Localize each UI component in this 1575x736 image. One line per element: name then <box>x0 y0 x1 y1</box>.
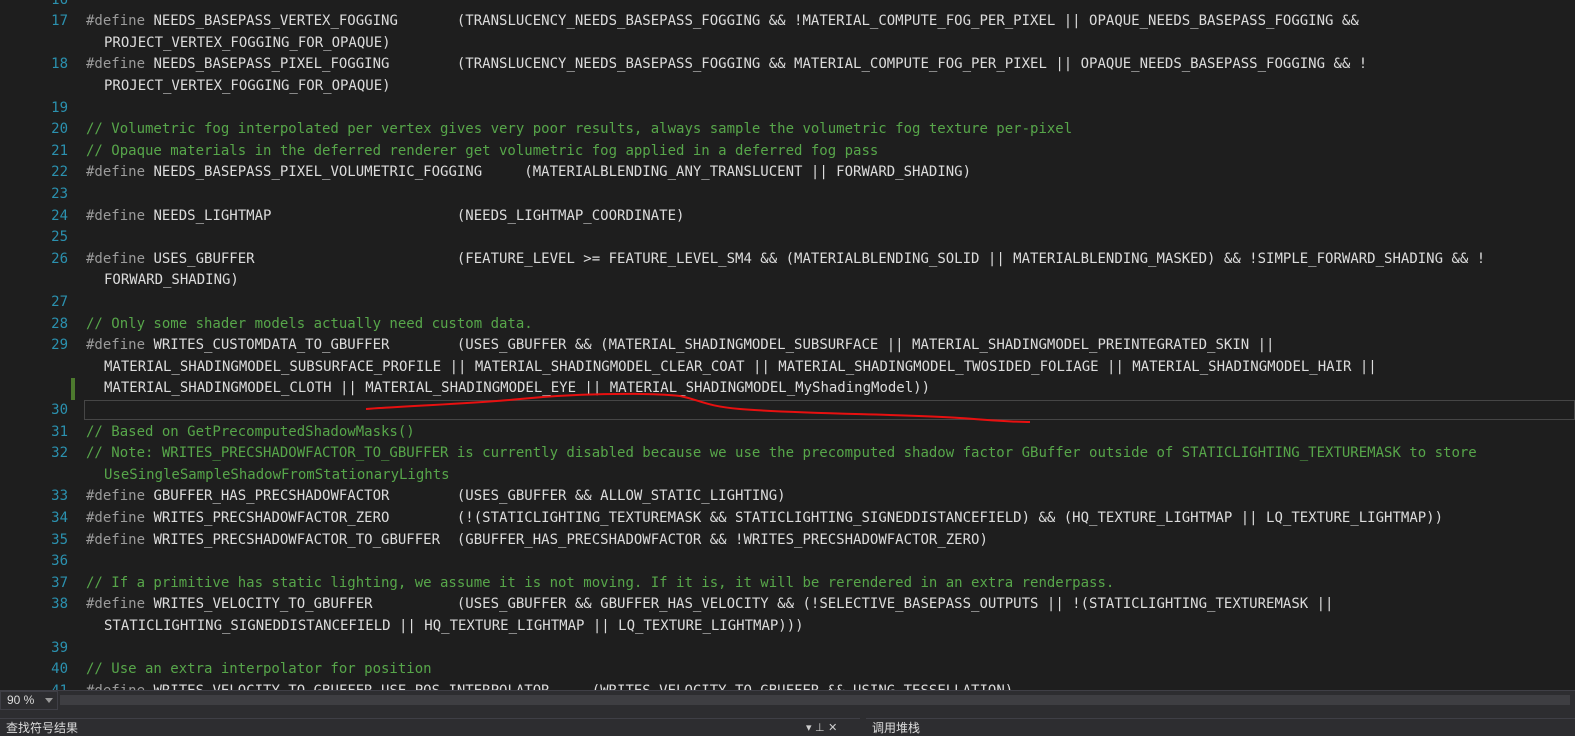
line-number: 29 <box>51 337 68 354</box>
chevron-down-icon <box>45 698 53 703</box>
panel-tool-icons[interactable]: ▾ ⊥ ✕ <box>806 720 837 736</box>
code-line-wrapped[interactable]: PROJECT_VERTEX_FOGGING_FOR_OPAQUE) <box>104 76 391 98</box>
code-text: NEEDS_BASEPASS_VERTEX_FOGGING (TRANSLUCE… <box>145 13 1359 30</box>
code-text: WRITES_VELOCITY_TO_GBUFFER (USES_GBUFFER… <box>145 596 1334 613</box>
preprocessor-keyword: #define <box>86 164 146 181</box>
code-line[interactable]: #define WRITES_CUSTOMDATA_TO_GBUFFER (US… <box>86 335 1274 357</box>
line-number: 25 <box>51 229 68 246</box>
preprocessor-keyword: #define <box>86 683 145 690</box>
preprocessor-keyword: #define <box>86 13 146 30</box>
panel-title-call-stack: 调用堆栈 <box>872 721 921 735</box>
line-number: 28 <box>51 315 68 332</box>
code-line[interactable]: #define NEEDS_LIGHTMAP (NEEDS_LIGHTMAP_C… <box>86 206 684 228</box>
preprocessor-keyword: #define <box>86 207 146 224</box>
code-line[interactable]: #define NEEDS_BASEPASS_VERTEX_FOGGING (T… <box>86 11 1359 33</box>
code-text: WRITES_VELOCITY_TO_GBUFFER_USE_POS_INTER… <box>145 683 1013 690</box>
code-line[interactable]: #define WRITES_PRECSHADOWFACTOR_ZERO (!(… <box>86 508 1443 530</box>
code-comment: // Note: WRITES_PRECSHADOWFACTOR_TO_GBUF… <box>86 445 1477 462</box>
preprocessor-keyword: #define <box>86 337 146 354</box>
line-number: 23 <box>51 185 68 202</box>
line-number: 36 <box>51 553 68 570</box>
code-line[interactable]: #define WRITES_PRECSHADOWFACTOR_TO_GBUFF… <box>86 530 988 552</box>
preprocessor-keyword: #define <box>86 488 146 505</box>
line-number: 40 <box>51 661 68 678</box>
preprocessor-keyword: #define <box>86 509 146 526</box>
zoom-level: 90 % <box>7 693 35 707</box>
line-number: 38 <box>51 596 68 613</box>
code-text: WRITES_CUSTOMDATA_TO_GBUFFER (USES_GBUFF… <box>145 337 1275 354</box>
preprocessor-keyword: #define <box>86 531 146 548</box>
code-line[interactable]: #define WRITES_VELOCITY_TO_GBUFFER (USES… <box>86 594 1333 616</box>
line-number: 22 <box>51 164 68 181</box>
code-line-wrapped[interactable]: STATICLIGHTING_SIGNEDDISTANCEFIELD || HQ… <box>104 616 804 638</box>
preprocessor-keyword: #define <box>86 250 146 267</box>
preprocessor-keyword: #define <box>86 596 146 613</box>
code-line[interactable]: // If a primitive has static lighting, w… <box>86 573 1114 595</box>
line-number: 24 <box>51 207 68 224</box>
code-editor[interactable]: 16 17 18 19 20 21 22 23 24 25 26 27 28 29 30 31 32 33 34 35… <box>0 0 1575 690</box>
line-number: 19 <box>51 99 68 116</box>
code-comment: // Based on GetPrecomputedShadowMasks() <box>86 423 415 440</box>
code-text: GBUFFER_HAS_PRECSHADOWFACTOR (USES_GBUFF… <box>145 488 786 505</box>
line-number: 20 <box>51 121 68 138</box>
line-number: 41 <box>0 681 68 690</box>
code-line[interactable]: #define NEEDS_BASEPASS_PIXEL_FOGGING (TR… <box>86 54 1367 76</box>
line-number: 39 <box>51 639 68 656</box>
line-number: 33 <box>51 488 68 505</box>
line-number: 32 <box>51 445 68 462</box>
code-text: USES_GBUFFER (FEATURE_LEVEL >= FEATURE_L… <box>145 250 1486 267</box>
line-number: 16 <box>0 0 68 11</box>
code-line[interactable]: #define NEEDS_BASEPASS_PIXEL_VOLUMETRIC_… <box>86 162 971 184</box>
code-line[interactable]: // Use an extra interpolator for positio… <box>86 659 432 681</box>
code-comment: // If a primitive has static lighting, w… <box>86 574 1115 591</box>
line-number: 26 <box>51 250 68 267</box>
preprocessor-keyword: #define <box>86 56 146 73</box>
panel-title-find-symbol: 查找符号结果 <box>6 721 79 735</box>
code-comment: // Use an extra interpolator for positio… <box>86 661 432 678</box>
code-comment: // Volumetric fog interpolated per verte… <box>86 121 1073 138</box>
zoom-dropdown[interactable]: 90 % <box>0 691 58 710</box>
current-line-highlight <box>84 400 1575 420</box>
code-line-wrapped[interactable]: UseSingleSampleShadowFromStationaryLight… <box>104 465 450 487</box>
code-line-wrapped[interactable]: PROJECT_VERTEX_FOGGING_FOR_OPAQUE) <box>104 33 391 55</box>
line-number: 37 <box>51 574 68 591</box>
code-text: NEEDS_BASEPASS_PIXEL_FOGGING (TRANSLUCEN… <box>145 56 1368 73</box>
code-line[interactable]: // Based on GetPrecomputedShadowMasks() <box>86 422 415 444</box>
code-line[interactable]: // Volumetric fog interpolated per verte… <box>86 119 1072 141</box>
code-line[interactable]: #define WRITES_VELOCITY_TO_GBUFFER_USE_P… <box>86 681 1013 690</box>
code-comment: // Only some shader models actually need… <box>86 315 533 332</box>
code-line[interactable]: // Only some shader models actually need… <box>86 314 533 336</box>
code-line-wrapped[interactable]: FORWARD_SHADING) <box>104 270 239 292</box>
code-line-wrapped[interactable]: MATERIAL_SHADINGMODEL_CLOTH || MATERIAL_… <box>104 378 930 400</box>
code-line[interactable]: // Note: WRITES_PRECSHADOWFACTOR_TO_GBUF… <box>86 443 1477 465</box>
line-number: 17 <box>51 13 68 30</box>
code-text: NEEDS_BASEPASS_PIXEL_VOLUMETRIC_FOGGING … <box>145 164 972 181</box>
line-number: 31 <box>51 423 68 440</box>
find-symbol-results-panel[interactable]: 查找符号结果 ▾ ⊥ ✕ <box>0 718 860 736</box>
line-number: 21 <box>51 142 68 159</box>
code-line[interactable]: #define USES_GBUFFER (FEATURE_LEVEL >= F… <box>86 249 1485 271</box>
code-text: WRITES_PRECSHADOWFACTOR_TO_GBUFFER (GBUF… <box>145 531 988 548</box>
line-number: 34 <box>51 509 68 526</box>
line-number: 27 <box>51 293 68 310</box>
code-line[interactable]: // Opaque materials in the deferred rend… <box>86 141 878 163</box>
line-number: 30 <box>51 401 68 418</box>
line-number: 35 <box>51 531 68 548</box>
bottom-panels: 查找符号结果 ▾ ⊥ ✕ 调用堆栈 <box>0 710 1575 736</box>
call-stack-panel[interactable]: 调用堆栈 <box>866 718 1575 736</box>
line-number: 18 <box>51 56 68 73</box>
change-indicator <box>71 378 75 400</box>
horizontal-scrollbar[interactable] <box>60 695 1570 705</box>
code-text: WRITES_PRECSHADOWFACTOR_ZERO (!(STATICLI… <box>145 509 1444 526</box>
editor-status-bar: 90 % <box>0 690 1575 710</box>
code-comment: // Opaque materials in the deferred rend… <box>86 142 879 159</box>
code-text: NEEDS_LIGHTMAP (NEEDS_LIGHTMAP_COORDINAT… <box>145 207 685 224</box>
code-line-wrapped[interactable]: MATERIAL_SHADINGMODEL_SUBSURFACE_PROFILE… <box>104 357 1377 379</box>
code-line[interactable]: #define GBUFFER_HAS_PRECSHADOWFACTOR (US… <box>86 486 786 508</box>
line-number-gutter: 16 17 18 19 20 21 22 23 24 25 26 27 28 29 30 31 32 33 34 35… <box>0 0 82 690</box>
